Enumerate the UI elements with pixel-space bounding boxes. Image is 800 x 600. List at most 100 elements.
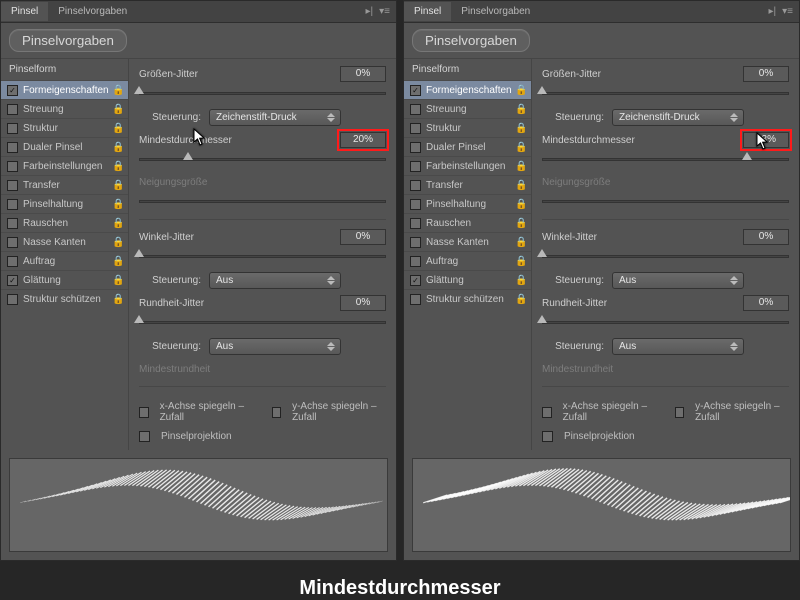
sidebar-checkbox[interactable] — [7, 161, 18, 172]
sidebar-item-0[interactable]: Formeigenschaften🔒 — [404, 80, 531, 99]
sidebar-item-2[interactable]: Struktur🔒 — [404, 118, 531, 137]
sidebar-item-6[interactable]: Pinselhaltung🔒 — [1, 194, 128, 213]
sidebar-checkbox[interactable] — [410, 104, 421, 115]
sidebar-label: Nasse Kanten — [23, 237, 112, 248]
brush-projection-check[interactable]: Pinselprojektion — [139, 431, 386, 442]
sidebar-item-3[interactable]: Dualer Pinsel🔒 — [1, 137, 128, 156]
sidebar-checkbox[interactable] — [410, 123, 421, 134]
slider[interactable] — [139, 88, 386, 100]
value-box[interactable]: 20% — [340, 132, 386, 148]
sidebar-item-11[interactable]: Struktur schützen🔒 — [1, 289, 128, 308]
sidebar-checkbox[interactable] — [7, 142, 18, 153]
flip-x-check[interactable]: x-Achse spiegeln – Zufall — [542, 401, 657, 423]
value-box[interactable]: 0% — [743, 66, 789, 82]
flip-x-check[interactable]: x-Achse spiegeln – Zufall — [139, 401, 254, 423]
sidebar-item-7[interactable]: Rauschen🔒 — [1, 213, 128, 232]
sidebar-checkbox[interactable] — [7, 104, 18, 115]
sidebar-item-5[interactable]: Transfer🔒 — [1, 175, 128, 194]
sidebar-checkbox[interactable] — [7, 218, 18, 229]
value-box[interactable]: 0% — [340, 295, 386, 311]
pinselvorgaben-button[interactable]: Pinselvorgaben — [412, 29, 530, 52]
sidebar-item-10[interactable]: Glättung🔒 — [404, 270, 531, 289]
lock-icon: 🔒 — [112, 142, 124, 153]
brush-projection-check[interactable]: Pinselprojektion — [542, 431, 789, 442]
select[interactable]: Aus — [209, 272, 341, 289]
sidebar-item-7[interactable]: Rauschen🔒 — [404, 213, 531, 232]
select[interactable]: Aus — [209, 338, 341, 355]
lock-icon: 🔒 — [112, 161, 124, 172]
value-box[interactable]: 0% — [743, 229, 789, 245]
sidebar-item-1[interactable]: Streuung🔒 — [1, 99, 128, 118]
sidebar-checkbox[interactable] — [410, 294, 421, 305]
slider[interactable] — [139, 251, 386, 263]
slider[interactable] — [542, 88, 789, 100]
sidebar-item-9[interactable]: Auftrag🔒 — [1, 251, 128, 270]
select[interactable]: Aus — [612, 272, 744, 289]
sidebar-label: Rauschen — [426, 218, 515, 229]
sidebar-item-9[interactable]: Auftrag🔒 — [404, 251, 531, 270]
slider[interactable] — [139, 154, 386, 166]
sidebar-item-11[interactable]: Struktur schützen🔒 — [404, 289, 531, 308]
sidebar-item-10[interactable]: Glättung🔒 — [1, 270, 128, 289]
form-area: Größen-Jitter0%Steuerung:Zeichenstift-Dr… — [129, 59, 396, 450]
flip-y-check[interactable]: y-Achse spiegeln – Zufall — [675, 401, 790, 423]
brush-preview — [9, 458, 388, 552]
value-box[interactable]: 0% — [743, 295, 789, 311]
value-box[interactable]: 0% — [340, 66, 386, 82]
sidebar-item-4[interactable]: Farbeinstellungen🔒 — [404, 156, 531, 175]
sidebar-checkbox[interactable] — [410, 256, 421, 267]
sidebar-checkbox[interactable] — [410, 180, 421, 191]
value-box[interactable]: 0% — [340, 229, 386, 245]
lock-icon: 🔒 — [112, 237, 124, 248]
sidebar-checkbox[interactable] — [410, 85, 421, 96]
sidebar-checkbox[interactable] — [7, 294, 18, 305]
sidebar-checkbox[interactable] — [7, 199, 18, 210]
sidebar-checkbox[interactable] — [7, 275, 18, 286]
flip-y-check[interactable]: y-Achse spiegeln – Zufall — [272, 401, 387, 423]
collapse-icon[interactable]: ▸| — [366, 6, 374, 17]
sidebar-checkbox[interactable] — [7, 180, 18, 191]
value-box[interactable]: 83% — [743, 132, 789, 148]
sidebar-item-0[interactable]: Formeigenschaften🔒 — [1, 80, 128, 99]
slider[interactable] — [542, 154, 789, 166]
min-round-label: Mindestrundheit — [542, 364, 789, 375]
sidebar-checkbox[interactable] — [7, 123, 18, 134]
sidebar-checkbox[interactable] — [410, 237, 421, 248]
sidebar-label: Glättung — [23, 275, 112, 286]
sidebar-checkbox[interactable] — [410, 161, 421, 172]
sidebar-item-8[interactable]: Nasse Kanten🔒 — [1, 232, 128, 251]
sidebar-item-2[interactable]: Struktur🔒 — [1, 118, 128, 137]
sidebar-item-6[interactable]: Pinselhaltung🔒 — [404, 194, 531, 213]
sidebar-item-4[interactable]: Farbeinstellungen🔒 — [1, 156, 128, 175]
sidebar-checkbox[interactable] — [7, 85, 18, 96]
select[interactable]: Zeichenstift-Druck — [209, 109, 341, 126]
tab-pinsel[interactable]: Pinsel — [404, 2, 451, 21]
slider[interactable] — [542, 317, 789, 329]
sidebar-checkbox[interactable] — [410, 199, 421, 210]
sidebar-item-1[interactable]: Streuung🔒 — [404, 99, 531, 118]
sidebar-item-3[interactable]: Dualer Pinsel🔒 — [404, 137, 531, 156]
tab-pinsel[interactable]: Pinsel — [1, 2, 48, 21]
lock-icon: 🔒 — [515, 180, 527, 191]
sidebar-item-8[interactable]: Nasse Kanten🔒 — [404, 232, 531, 251]
sidebar-item-5[interactable]: Transfer🔒 — [404, 175, 531, 194]
slider[interactable] — [542, 251, 789, 263]
pinselvorgaben-button[interactable]: Pinselvorgaben — [9, 29, 127, 52]
sidebar-checkbox[interactable] — [410, 218, 421, 229]
menu-icon[interactable]: ▾≡ — [379, 6, 390, 17]
tab-pinselvorgaben[interactable]: Pinselvorgaben — [48, 2, 137, 21]
slider[interactable] — [139, 317, 386, 329]
sidebar-checkbox[interactable] — [410, 275, 421, 286]
sidebar-label: Dualer Pinsel — [23, 142, 112, 153]
collapse-icon[interactable]: ▸| — [769, 6, 777, 17]
sidebar-checkbox[interactable] — [7, 256, 18, 267]
menu-icon[interactable]: ▾≡ — [782, 6, 793, 17]
sidebar: PinselformFormeigenschaften🔒Streuung🔒Str… — [1, 59, 129, 450]
sidebar-checkbox[interactable] — [410, 142, 421, 153]
tab-pinselvorgaben[interactable]: Pinselvorgaben — [451, 2, 540, 21]
sidebar-label: Transfer — [426, 180, 515, 191]
sidebar-checkbox[interactable] — [7, 237, 18, 248]
lock-icon: 🔒 — [112, 85, 124, 96]
select[interactable]: Zeichenstift-Druck — [612, 109, 744, 126]
select[interactable]: Aus — [612, 338, 744, 355]
